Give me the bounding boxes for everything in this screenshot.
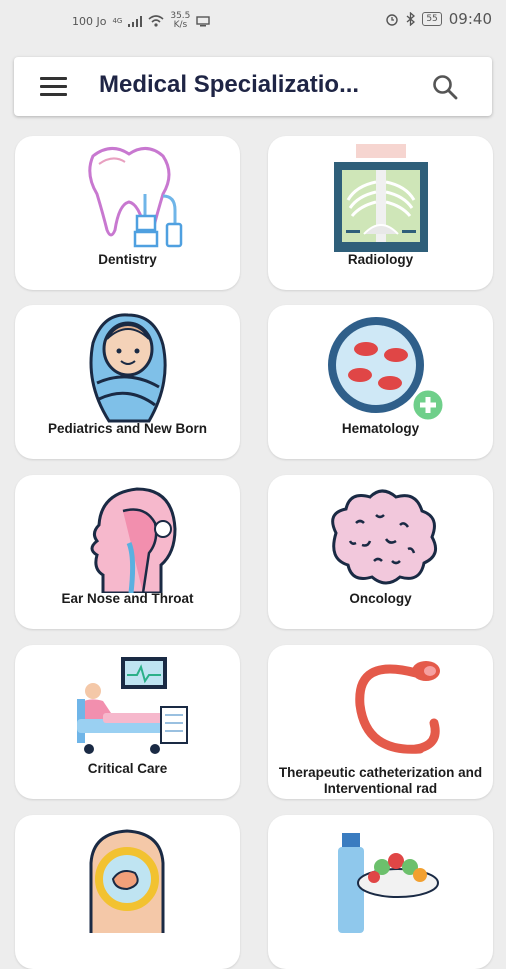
card-pediatrics-and-new-born[interactable]: Pediatrics and New Born [15,305,240,459]
blood-cells-icon [327,317,445,423]
card-dentistry[interactable]: Dentistry [15,136,240,290]
card-critical-care[interactable]: Critical Care [15,645,240,799]
card-ear-nose-and-throat[interactable]: Ear Nose and Throat [15,475,240,629]
card-partial-left[interactable] [15,815,240,969]
card-label: Dentistry [98,252,157,267]
tumor-cell-icon [330,489,437,585]
nutrition-food-icon [337,833,439,933]
card-label: Radiology [347,252,414,267]
catheter-icon [354,661,440,754]
xray-icon [333,144,428,252]
card-partial-right[interactable] [268,815,493,969]
card-label: Ear Nose and Throat [61,591,194,606]
card-label: Critical Care [87,761,168,776]
card-hematology[interactable]: Hematology [268,305,493,459]
tooth-icon [87,147,182,248]
specialization-grid: Dentistry Radiology Pediatrics and New B… [0,0,506,969]
card-label: Therapeutic catheterization and Interven… [278,765,483,796]
magnifier-body-icon [89,829,164,933]
card-label: Hematology [341,421,420,436]
card-oncology[interactable]: Oncology [268,475,493,629]
card-label: Pediatrics and New Born [47,421,208,436]
card-radiology[interactable]: Radiology [268,136,493,290]
card-label: Oncology [349,591,412,606]
head-anatomy-icon [90,487,177,593]
newborn-baby-icon [89,313,167,423]
hospital-bed-icon [76,657,188,754]
card-therapeutic-catheterization[interactable]: Therapeutic catheterization and Interven… [268,645,493,799]
